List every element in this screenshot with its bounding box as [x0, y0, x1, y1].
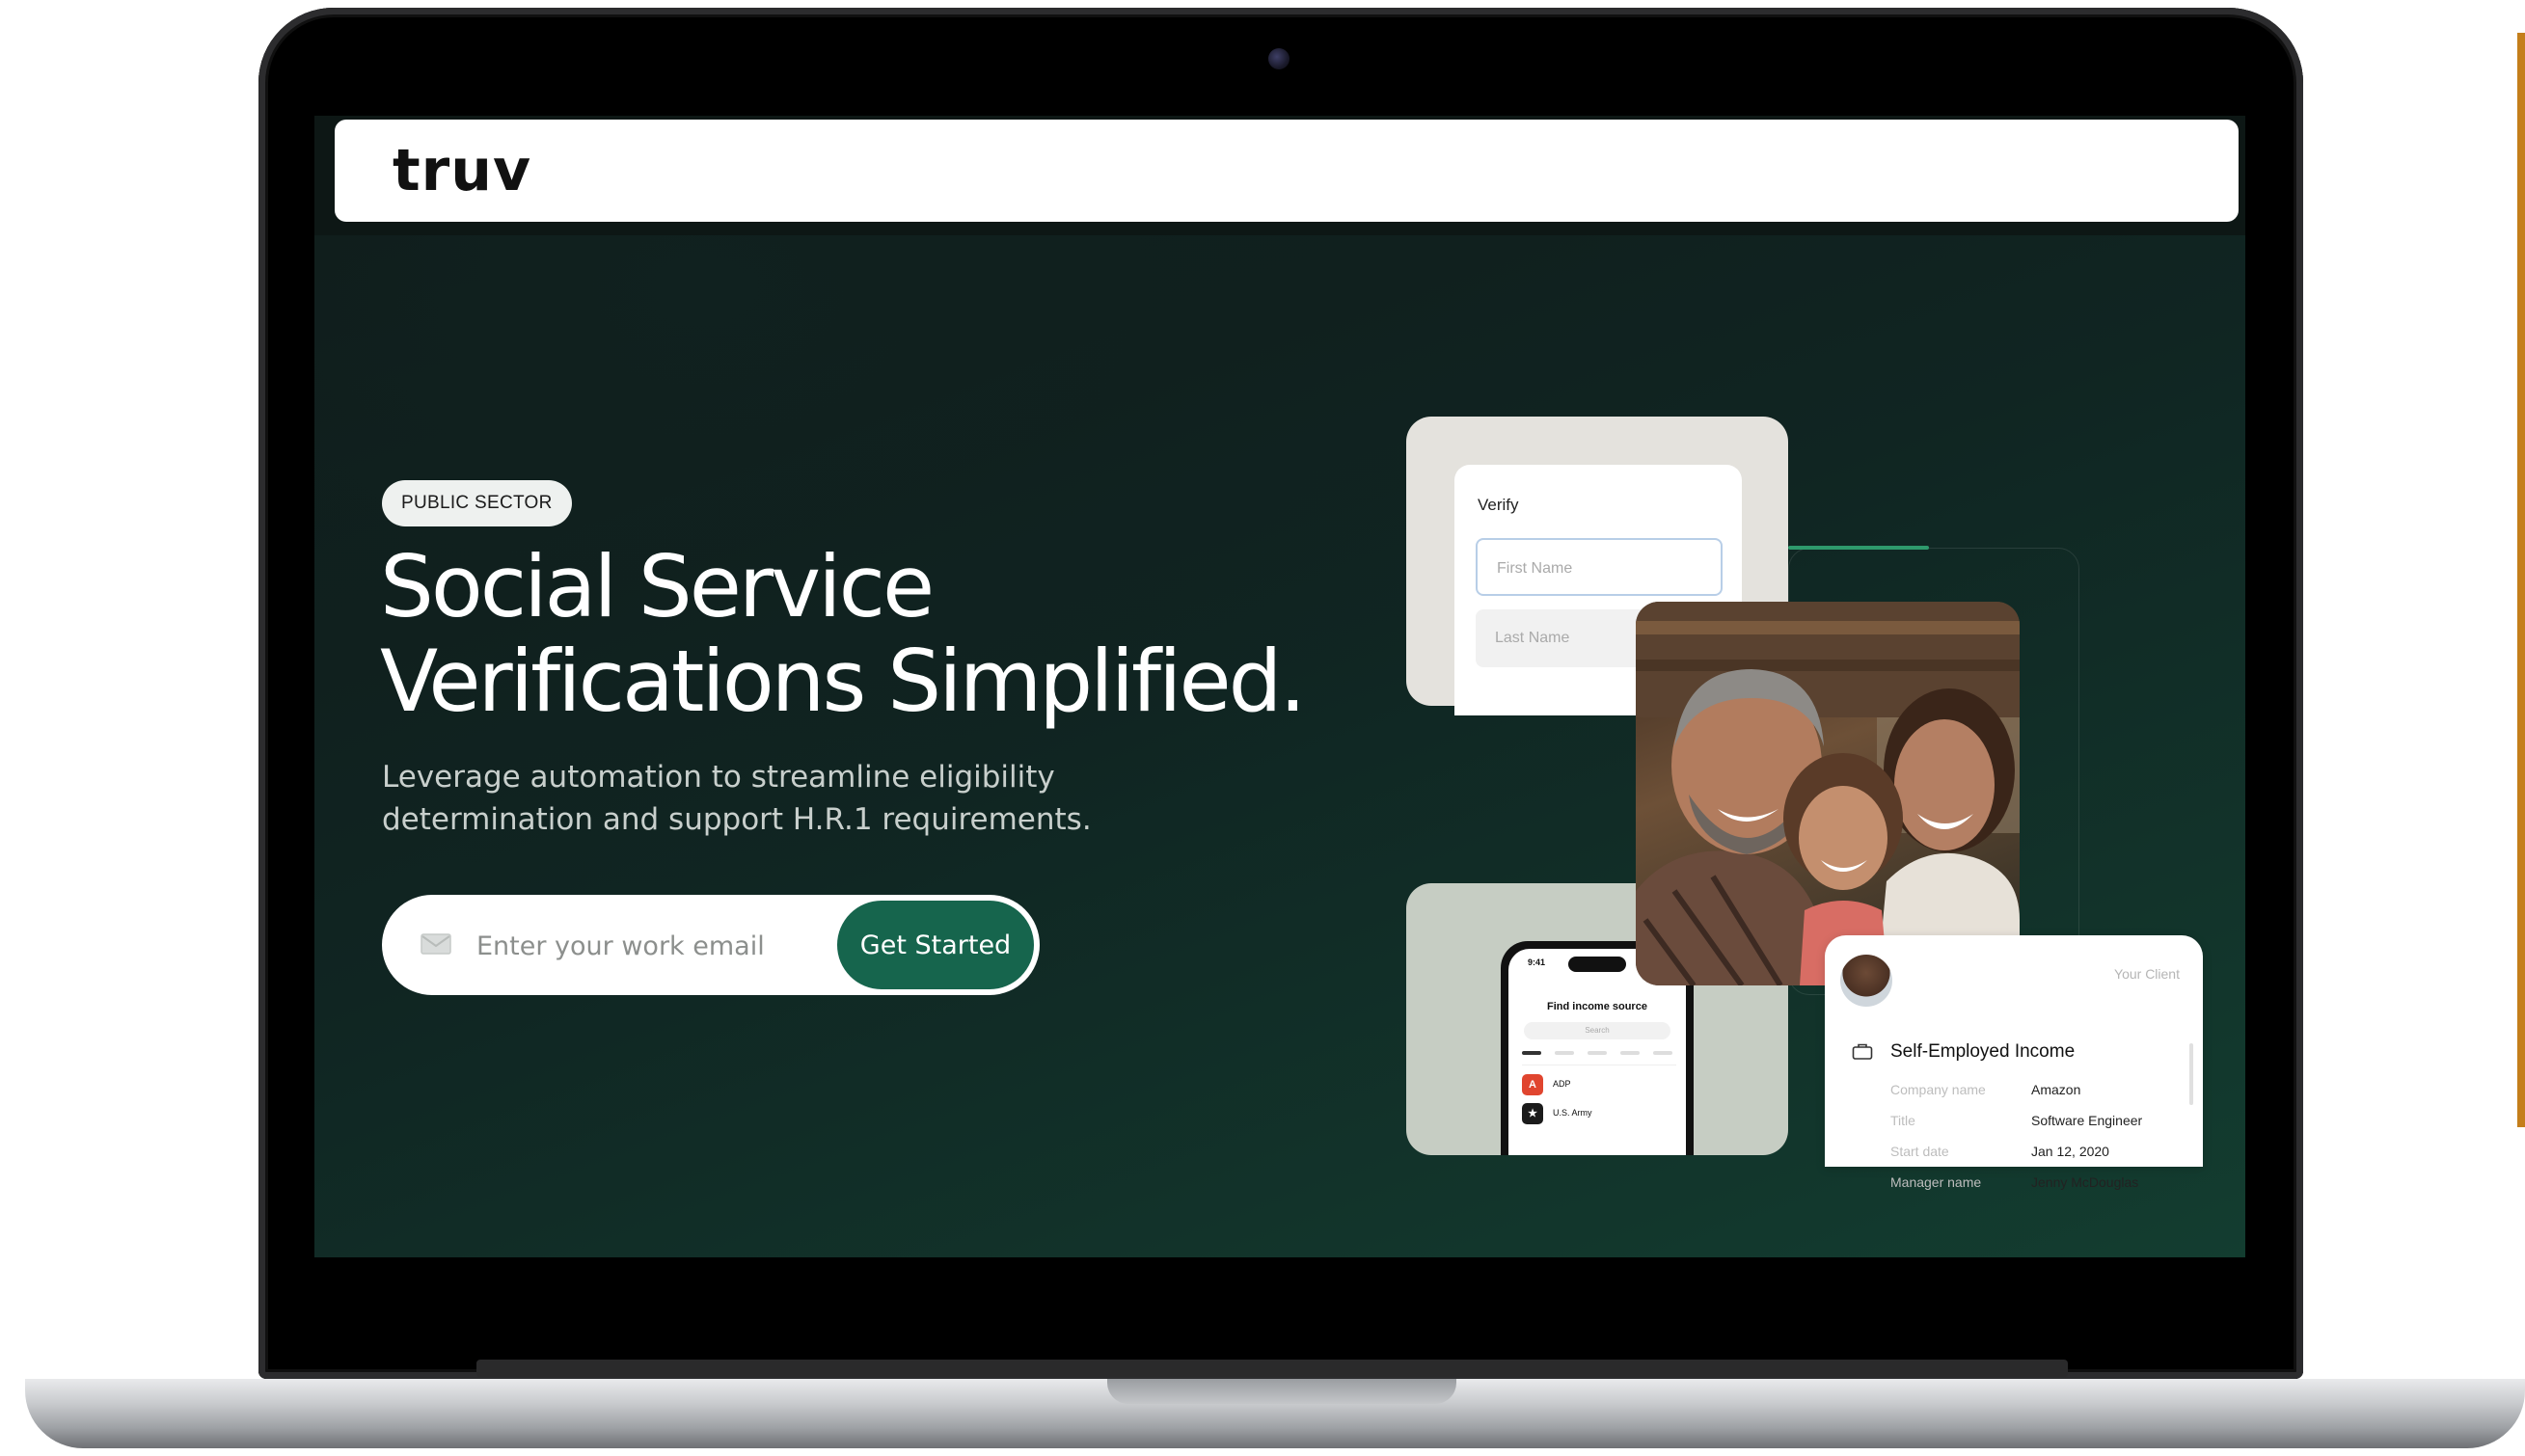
site-header: truv — [335, 120, 2239, 222]
accent-line — [1788, 546, 1929, 550]
briefcase-icon — [1852, 1043, 1873, 1060]
subtext-line-2: determination and support H.R.1 requirem… — [382, 802, 1092, 837]
hero-subtext: Leverage automation to streamline eligib… — [382, 756, 1115, 841]
camera-icon — [1268, 48, 1290, 69]
subtext-line-1: Leverage automation to streamline eligib… — [382, 760, 1055, 795]
phone-list-item: ★ U.S. Army — [1522, 1103, 1676, 1124]
phone-row-label: U.S. Army — [1553, 1108, 1592, 1118]
laptop-base-notch — [1107, 1379, 1456, 1404]
your-client-label: Your Client — [2114, 966, 2180, 982]
avatar — [1840, 955, 1892, 1007]
phone-notch — [1568, 957, 1626, 972]
section-title: Self-Employed Income — [1890, 1041, 2076, 1062]
detail-value: Amazon — [2031, 1082, 2081, 1097]
card-scrollbar[interactable] — [2189, 1043, 2193, 1105]
detail-label: Company name — [1890, 1082, 1986, 1097]
family-photo-illustration — [1636, 602, 2020, 985]
phone-title: Find income source — [1547, 1001, 1647, 1012]
work-email-input[interactable] — [475, 920, 826, 972]
phone-row-label: ADP — [1553, 1079, 1571, 1089]
phone-time: 9:41 — [1528, 957, 1546, 967]
adp-icon: A — [1522, 1074, 1543, 1095]
public-sector-badge: PUBLIC SECTOR — [382, 480, 572, 526]
hero-headline: Social Service Verifications Simplified. — [380, 540, 1344, 729]
phone-tab — [1653, 1051, 1672, 1055]
phone-tab — [1555, 1051, 1574, 1055]
truv-logo[interactable]: truv — [393, 137, 531, 204]
get-started-button[interactable]: Get Started — [837, 901, 1034, 989]
email-signup-form: Get Started — [382, 895, 1040, 995]
headline-line-2: Verifications Simplified. — [380, 632, 1306, 731]
detail-label: Title — [1890, 1113, 1915, 1128]
laptop-hinge — [476, 1360, 2068, 1377]
phone-tab — [1588, 1051, 1607, 1055]
first-name-field[interactable]: First Name — [1476, 538, 1723, 596]
detail-value: Jenny McDouglas — [2031, 1174, 2139, 1190]
income-details-card: Your Client Self-Employed Income Company… — [1825, 935, 2203, 1190]
verify-title: Verify — [1478, 496, 1519, 514]
army-star-icon: ★ — [1522, 1103, 1543, 1124]
headline-line-1: Social Service — [380, 537, 935, 636]
laptop-screen: truv PUBLIC SECTOR Social Service Verifi… — [314, 116, 2245, 1257]
phone-tab — [1620, 1051, 1640, 1055]
mail-icon — [421, 933, 451, 955]
phone-tab — [1522, 1051, 1541, 1055]
detail-value: Software Engineer — [2031, 1113, 2143, 1128]
phone-list-item: A ADP — [1522, 1074, 1676, 1095]
family-photo — [1636, 602, 2020, 985]
detail-label: Start date — [1890, 1144, 1949, 1159]
detail-value: Jan 12, 2020 — [2031, 1144, 2109, 1159]
detail-label: Manager name — [1890, 1174, 1982, 1190]
accent-side-bar — [2517, 33, 2525, 1127]
phone-tabs — [1522, 1051, 1676, 1065]
phone-search-input: Search — [1524, 1022, 1670, 1039]
